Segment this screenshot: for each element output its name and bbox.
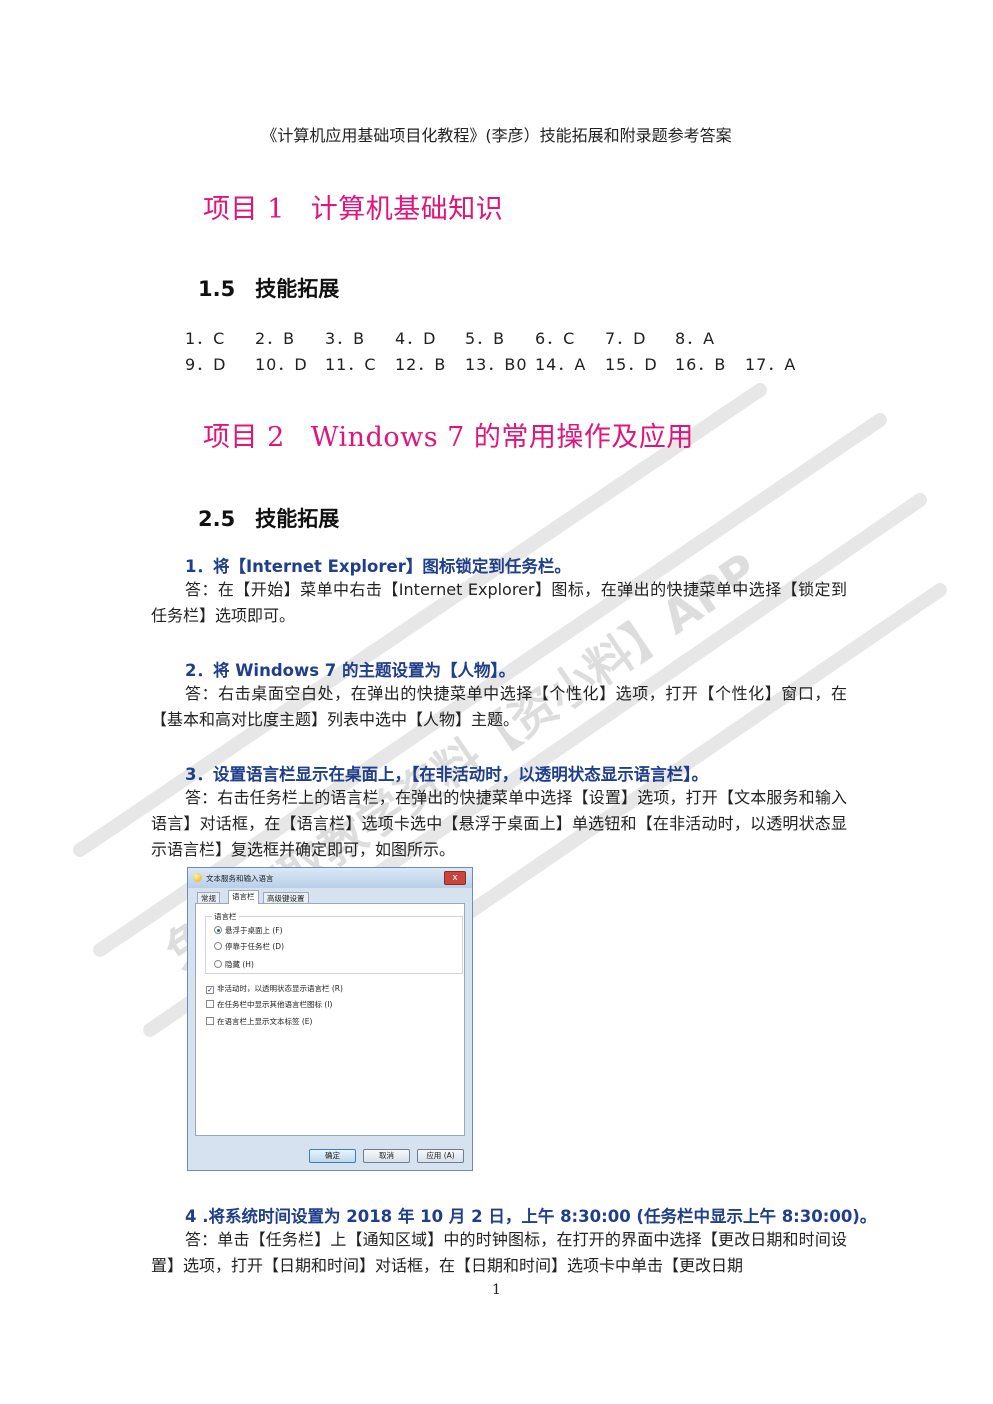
language-bar-group: 语言栏 悬浮于桌面上 (F) 停靠于任务栏 (D) 隐藏 (H) xyxy=(205,911,463,974)
chapter-number: 项目 1 xyxy=(203,194,285,225)
answer-item: 1．C xyxy=(185,329,226,348)
tab-panel: 语言栏 悬浮于桌面上 (F) 停靠于任务栏 (D) 隐藏 (H) ✓ 非活动时，以… xyxy=(195,903,465,1136)
checkbox-icon xyxy=(206,1000,214,1008)
section-2-5-title: 2.5 技能拓展 xyxy=(198,503,339,533)
answer-item: 10．D xyxy=(255,355,308,374)
checkmark-icon: ✓ xyxy=(206,986,214,994)
chapter-2-title: 项目 2 Windows 7 的常用操作及应用 xyxy=(203,415,694,454)
checkbox-icon xyxy=(206,1017,214,1025)
answer-item: 15．D xyxy=(605,355,658,374)
page-header: 《计算机应用基础项目化教程》(李彦）技能拓展和附录题参考答案 xyxy=(261,126,732,145)
checkbox-label: 在任务栏中显示其他语言栏图标 (I) xyxy=(217,1000,333,1009)
radio-icon xyxy=(214,942,222,950)
tab-language-bar[interactable]: 语言栏 xyxy=(228,890,259,904)
answer-3: 答：右击任务栏上的语言栏，在弹出的快捷菜单中选择【设置】选项，打开【文本服务和输… xyxy=(151,788,847,859)
answer-2: 答：右击桌面空白处，在弹出的快捷菜单中选择【个性化】选项，打开【个性化】窗口，在… xyxy=(151,684,847,729)
text-services-dialog-screenshot: 文本服务和输入语言 x 常规 语言栏 高级键设置 语言栏 悬浮于桌面上 (F) … xyxy=(187,867,473,1171)
checkbox-show-text-labels[interactable]: 在语言栏上显示文本标签 (E) xyxy=(206,1016,312,1027)
answer-item: 3．B xyxy=(325,329,366,348)
question-1: 1．将【Internet Explorer】图标锁定到任务栏。 xyxy=(185,557,571,576)
answer-item: 11．C xyxy=(325,355,377,374)
answer-item: 6．C xyxy=(535,329,576,348)
answer-row: 9．D 10．D 11．C 12．B 13．B0 14．A 15．D 16．B 17．A xyxy=(185,351,815,377)
radio-icon xyxy=(214,960,222,968)
dialog-tabs: 常规 语言栏 高级键设置 xyxy=(195,890,465,904)
answer-item: 7．D xyxy=(605,329,647,348)
answer-item: 9．D xyxy=(185,355,227,374)
answer-item: 14．A xyxy=(535,355,587,374)
answer-item: 5．B xyxy=(465,329,506,348)
checkbox-label: 非活动时，以透明状态显示语言栏 (R) xyxy=(217,984,343,993)
question-2: 2．将 Windows 7 的主题设置为【人物】。 xyxy=(185,661,516,680)
checkbox-label: 在语言栏上显示文本标签 (E) xyxy=(217,1017,313,1026)
section-number: 2.5 xyxy=(198,507,236,531)
section-title-text: 技能拓展 xyxy=(255,507,340,531)
section-title-text: 技能拓展 xyxy=(255,277,340,301)
radio-hidden[interactable]: 隐藏 (H) xyxy=(214,959,254,970)
question-3: 3．设置语言栏显示在桌面上，【在非活动时，以透明状态显示语言栏】。 xyxy=(185,765,708,784)
answer-4: 答：单击【任务栏】上【通知区域】中的时钟图标，在打开的界面中选择【更改日期和时间… xyxy=(151,1230,847,1275)
answer-item: 8．A xyxy=(675,329,716,348)
section-number: 1.5 xyxy=(198,277,236,301)
keyboard-icon xyxy=(193,873,202,882)
close-icon[interactable]: x xyxy=(444,871,466,885)
checkbox-transparent-when-inactive[interactable]: ✓ 非活动时，以透明状态显示语言栏 (R) xyxy=(206,983,343,994)
radio-float-on-desktop[interactable]: 悬浮于桌面上 (F) xyxy=(214,925,283,936)
answer-item: 2．B xyxy=(255,329,296,348)
chapter-1-title: 项目 1 计算机基础知识 xyxy=(203,187,503,226)
radio-selected-icon xyxy=(214,926,222,934)
radio-label: 悬浮于桌面上 (F) xyxy=(225,926,283,935)
dialog-titlebar: 文本服务和输入语言 x xyxy=(188,868,472,888)
answer-item: 17．A xyxy=(745,355,797,374)
answer-item: 4．D xyxy=(395,329,437,348)
answer-item: 12．B xyxy=(395,355,447,374)
chapter-number: 项目 2 xyxy=(203,422,285,453)
group-label: 语言栏 xyxy=(212,911,239,922)
cancel-button[interactable]: 取消 xyxy=(363,1149,410,1163)
apply-button[interactable]: 应用 (A) xyxy=(417,1149,464,1163)
answer-item: 13．B0 xyxy=(465,355,528,374)
radio-label: 停靠于任务栏 (D) xyxy=(225,942,285,951)
answer-key: 1．C 2．B 3．B 4．D 5．B 6．C 7．D 8．A 9．D 10．D 11．C 12．B… xyxy=(185,325,815,377)
answer-item: 16．B xyxy=(675,355,727,374)
dialog-title: 文本服务和输入语言 xyxy=(206,874,274,883)
ok-button[interactable]: 确定 xyxy=(309,1149,356,1163)
page-number: 1 xyxy=(492,1282,501,1298)
answer-1: 答：在【开始】菜单中右击【Internet Explorer】图标，在弹出的快捷… xyxy=(151,580,847,625)
radio-dock-in-taskbar[interactable]: 停靠于任务栏 (D) xyxy=(214,941,284,952)
checkbox-show-extra-icons[interactable]: 在任务栏中显示其他语言栏图标 (I) xyxy=(206,999,332,1010)
section-1-5-title: 1.5 技能拓展 xyxy=(198,273,339,303)
answer-row: 1．C 2．B 3．B 4．D 5．B 6．C 7．D 8．A xyxy=(185,325,815,351)
question-4: 4 .将系统时间设置为 2018 年 10 月 2 日，上午 8:30:00 (… xyxy=(185,1207,877,1226)
chapter-title-text: Windows 7 的常用操作及应用 xyxy=(310,422,694,453)
radio-label: 隐藏 (H) xyxy=(225,960,254,969)
chapter-title-text: 计算机基础知识 xyxy=(310,194,504,225)
dialog-body: 常规 语言栏 高级键设置 语言栏 悬浮于桌面上 (F) 停靠于任务栏 (D) 隐… xyxy=(195,890,465,1136)
